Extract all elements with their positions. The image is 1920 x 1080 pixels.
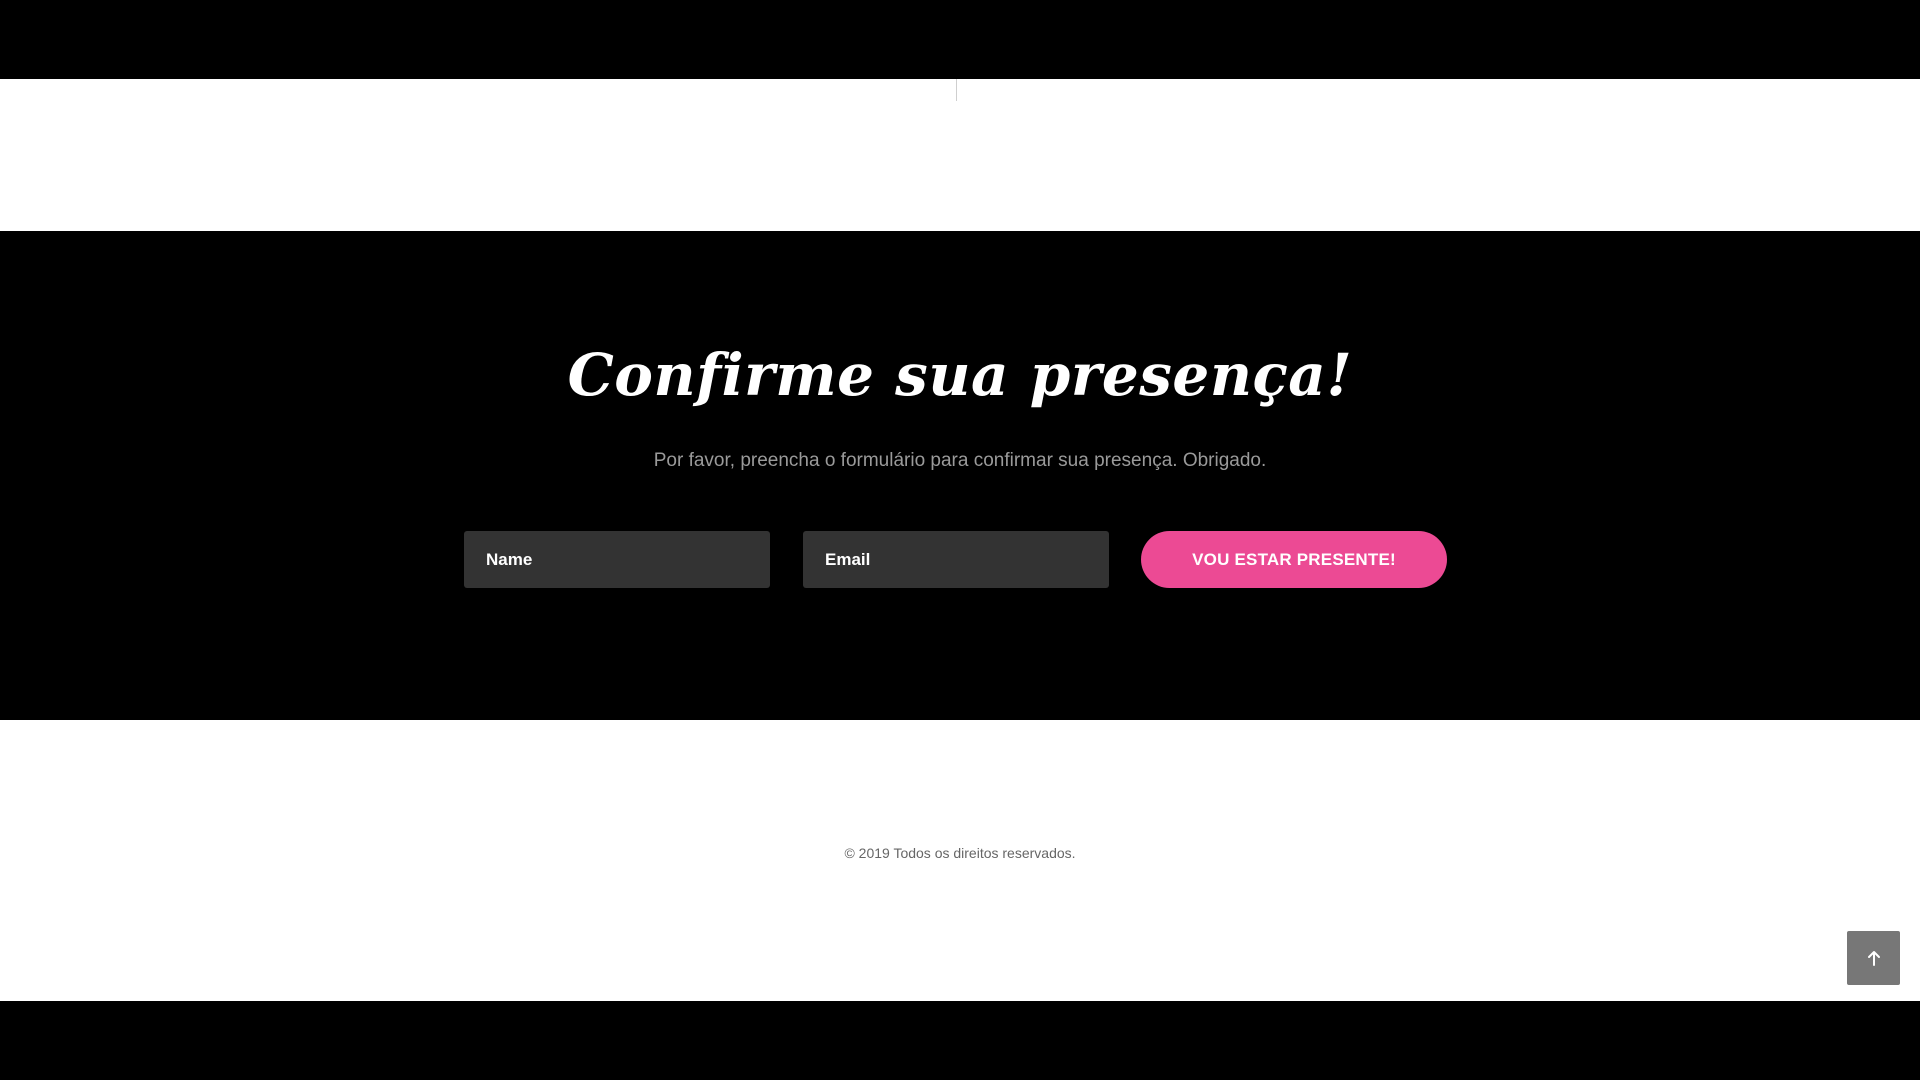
rsvp-subtitle: Por favor, preencha o formulário para co… [653, 450, 1267, 471]
arrow-up-icon [1867, 951, 1880, 966]
rsvp-section: Confirme sua presença! Por favor, preenc… [0, 231, 1920, 720]
submit-rsvp-button[interactable]: VOU ESTAR PRESENTE! [1141, 531, 1447, 588]
letterbox-top [0, 0, 1920, 79]
rsvp-title: Confirme sua presença! [567, 341, 1353, 409]
back-to-top-button[interactable] [1847, 931, 1900, 985]
footer: © 2019 Todos os direitos reservados. [0, 720, 1920, 1001]
divider-line [956, 79, 957, 101]
copyright-text: © 2019 Todos os direitos reservados. [844, 845, 1076, 861]
name-input[interactable] [464, 531, 770, 588]
letterbox-bottom [0, 1001, 1920, 1080]
email-input[interactable] [803, 531, 1109, 588]
top-white-section [0, 79, 1920, 231]
